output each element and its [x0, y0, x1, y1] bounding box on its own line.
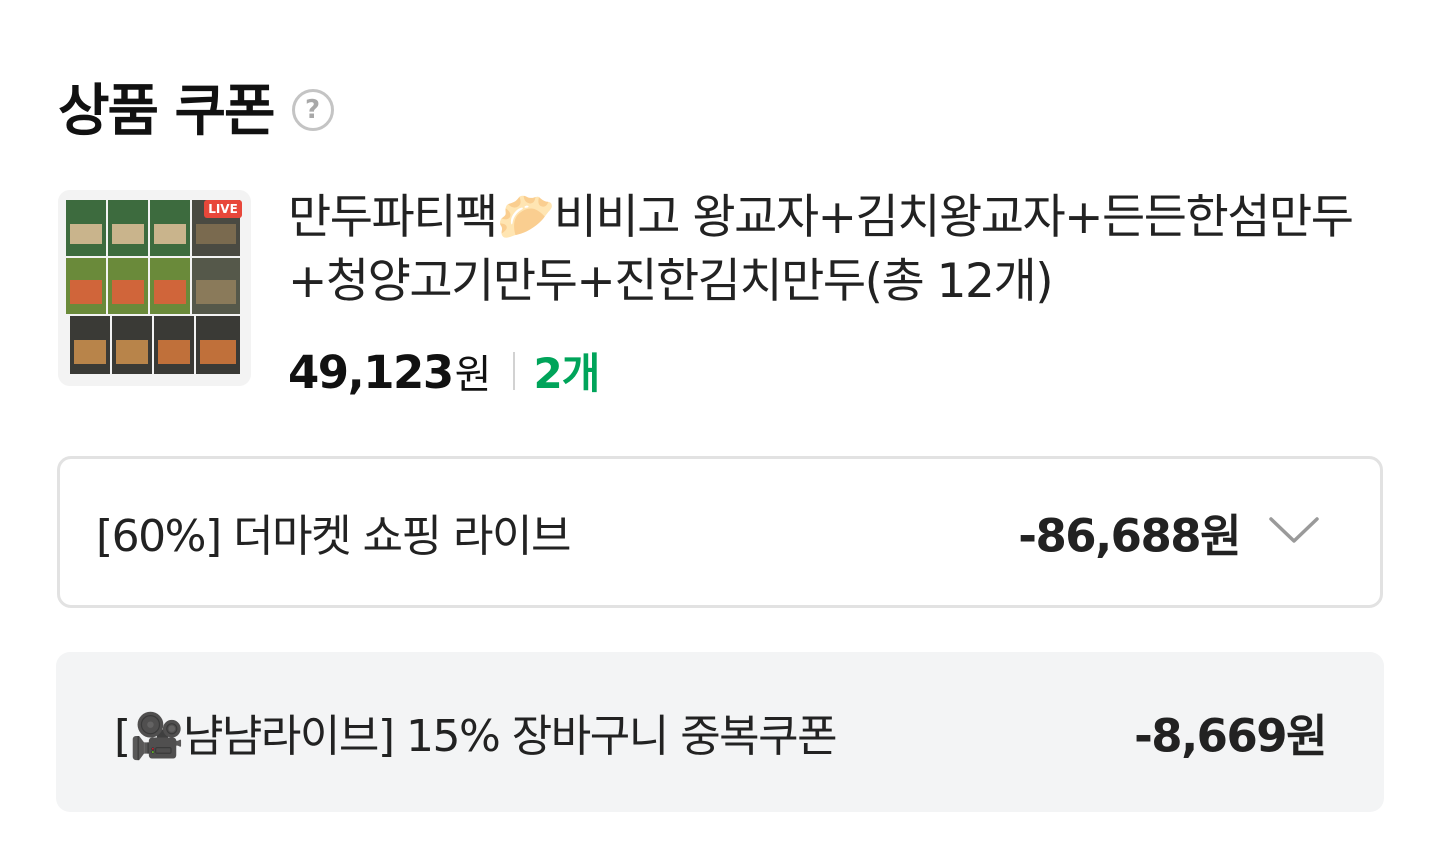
divider: [513, 351, 516, 390]
coupon-label: [60%] 더마켓 쇼핑 라이브: [96, 511, 571, 562]
product-name: 만두파티팩🥟비비고 왕교자+김치왕교자+든든한섬만두+청양고기만두+진한김치만두…: [288, 190, 1354, 309]
product-image: LIVE: [58, 190, 251, 386]
live-badge: LIVE: [208, 202, 238, 216]
product-price: 49,123: [288, 346, 454, 399]
product-item: LIVE 만두파티팩🥟비비고 왕교자+김치왕교자+든든한섬만두+청양고기만두+진…: [58, 190, 1388, 399]
coupon-dropdown[interactable]: [60%] 더마켓 쇼핑 라이브 -86,688원: [57, 456, 1383, 608]
price-unit: 원: [454, 352, 492, 398]
section-header: 상품 쿠폰 ?: [58, 66, 334, 147]
product-quantity: 2개: [533, 349, 600, 398]
section-title: 상품 쿠폰: [58, 79, 276, 144]
duplicate-coupon: [🎥냠냠라이브] 15% 장바구니 중복쿠폰 -8,669원: [56, 652, 1384, 812]
question-circle-icon[interactable]: ?: [291, 88, 334, 131]
duplicate-coupon-label: [🎥냠냠라이브] 15% 장바구니 중복쿠폰: [114, 711, 838, 762]
duplicate-coupon-amount: -8,669원: [1134, 709, 1327, 763]
price-row: 49,123 원 2개: [288, 340, 600, 401]
coupon-discount-amount: -86,688원: [1018, 509, 1241, 563]
chevron-down-icon[interactable]: [1268, 515, 1320, 549]
product-thumbnail: LIVE: [58, 190, 251, 386]
